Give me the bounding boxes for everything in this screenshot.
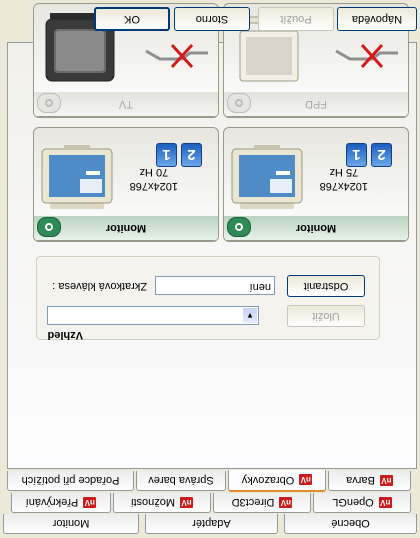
resolution-text: 1024x768	[129, 180, 178, 192]
tab-barva[interactable]: nV Barva	[328, 471, 411, 491]
display-card-monitor-75hz[interactable]: Monitor 1024x768 75 Hz 2 1	[223, 127, 409, 242]
flipped-dialog-content: Obecné Adaptér Monitor nV OpenGL nV Direct…	[0, 0, 420, 538]
tab-opengl[interactable]: nV OpenGL	[313, 493, 411, 513]
display-label: Monitor	[295, 222, 337, 234]
remove-button-label: Odstranit	[303, 280, 349, 292]
tab-label: Správa barev	[148, 474, 214, 487]
tab-obecne[interactable]: Obecné	[284, 514, 417, 534]
badge-two: 2	[181, 143, 202, 167]
power-toggle-icon[interactable]	[227, 93, 251, 113]
save-button-label: Uložit	[312, 310, 340, 322]
tab-row-2: nV OpenGL nV Direct3D nV Možnosti nV Překrýv…	[3, 492, 417, 513]
power-toggle-icon[interactable]	[37, 93, 61, 113]
tab-monitor[interactable]: Monitor	[3, 514, 139, 534]
tab-row-3: nV Barva nV Obrazovky Správa barev Pořadce…	[3, 470, 417, 492]
display-label: Monitor	[105, 222, 147, 234]
tab-label: Adaptér	[192, 517, 231, 530]
remove-button[interactable]: Odstranit	[287, 275, 365, 297]
display-info: 1024x768 70 Hz	[130, 165, 178, 193]
refresh-text: 70 Hz	[139, 166, 169, 178]
help-button-label: Nápověda	[351, 13, 403, 25]
tab-label: Překrývání	[25, 496, 79, 509]
tab-poradce[interactable]: Pořadce při potížích	[7, 471, 134, 491]
display-strip[interactable]: Monitor	[34, 216, 218, 241]
apply-button[interactable]: Použít	[258, 7, 334, 31]
tab-label: Monitor	[52, 517, 90, 530]
disconnected-cable-icon	[145, 43, 208, 69]
power-toggle-icon[interactable]	[227, 217, 251, 237]
hotkey-field[interactable]: není	[155, 276, 275, 295]
display-card-monitor-70hz[interactable]: Monitor 1024x768 70 Hz 2 1	[33, 127, 219, 242]
tab-label: Možnosti	[130, 496, 176, 509]
display-number-badges: 2 1	[156, 143, 202, 167]
tab-moznosti[interactable]: nV Možnosti	[113, 493, 211, 513]
badge-two: 2	[371, 143, 392, 167]
tab-label: Obecné	[331, 517, 370, 530]
help-button[interactable]: Nápověda	[337, 7, 417, 31]
apply-button-label: Použít	[280, 13, 312, 25]
tab-label: Direct3D	[231, 496, 275, 509]
tab-prekryvani[interactable]: nV Překrývání	[11, 493, 111, 513]
display-strip[interactable]: FPD	[224, 92, 408, 117]
power-toggle-icon[interactable]	[37, 217, 61, 237]
ok-button[interactable]: OK	[94, 7, 170, 31]
cancel-button[interactable]: Storno	[174, 7, 250, 31]
tab-label: Obrazovky	[241, 474, 295, 486]
chevron-down-icon[interactable]: ▼	[243, 308, 257, 323]
disconnected-cable-icon	[335, 43, 398, 69]
nvidia-logo-icon: nV	[378, 497, 392, 508]
display-strip[interactable]: TV	[34, 92, 218, 117]
tab-row-1: Obecné Adaptér Monitor	[3, 513, 417, 534]
nvidia-logo-icon: nV	[299, 474, 313, 486]
display-label: TV	[118, 98, 134, 110]
nvidia-display-properties-dialog: Obecné Adaptér Monitor nV OpenGL nV Direct…	[0, 0, 420, 538]
appearance-group: Vzhled ▼ Uložit Zkratková klávesa : není…	[36, 256, 380, 341]
tab-adapter[interactable]: Adaptér	[145, 514, 278, 534]
tab-sprava-barev[interactable]: Správa barev	[136, 471, 226, 491]
hotkey-value: není	[249, 281, 271, 293]
hotkey-label: Zkratková klávesa :	[52, 280, 147, 292]
display-number-badges: 2 1	[346, 143, 392, 167]
cancel-button-label: Storno	[195, 13, 229, 25]
nvidia-logo-icon: nV	[83, 497, 97, 508]
tab-obrazovky[interactable]: nV Obrazovky	[228, 470, 326, 492]
display-info: 1024x768 75 Hz	[320, 165, 368, 193]
badge-one: 1	[156, 143, 177, 167]
tab-panel: Vzhled ▼ Uložit Zkratková klávesa : není…	[7, 3, 417, 469]
tab-direct3d[interactable]: nV Direct3D	[213, 493, 311, 513]
tab-label: OpenGL	[332, 496, 374, 509]
crt-monitor-icon	[231, 145, 303, 209]
appearance-combo[interactable]: ▼	[47, 306, 259, 325]
save-button[interactable]: Uložit	[287, 305, 365, 327]
display-label: FPD	[305, 98, 327, 110]
ok-button-label: OK	[124, 13, 140, 25]
refresh-text: 75 Hz	[329, 166, 359, 178]
appearance-label: Vzhled	[47, 329, 83, 341]
nvidia-logo-icon: nV	[379, 475, 393, 486]
nvidia-logo-icon: nV	[279, 497, 293, 508]
display-strip[interactable]: Monitor	[224, 216, 408, 241]
badge-one: 1	[346, 143, 367, 167]
resolution-text: 1024x768	[319, 180, 368, 192]
tab-label: Barva	[346, 474, 375, 487]
tab-label: Pořadce při potížích	[21, 474, 120, 487]
nvidia-logo-icon: nV	[180, 497, 194, 508]
crt-monitor-icon	[41, 145, 113, 209]
